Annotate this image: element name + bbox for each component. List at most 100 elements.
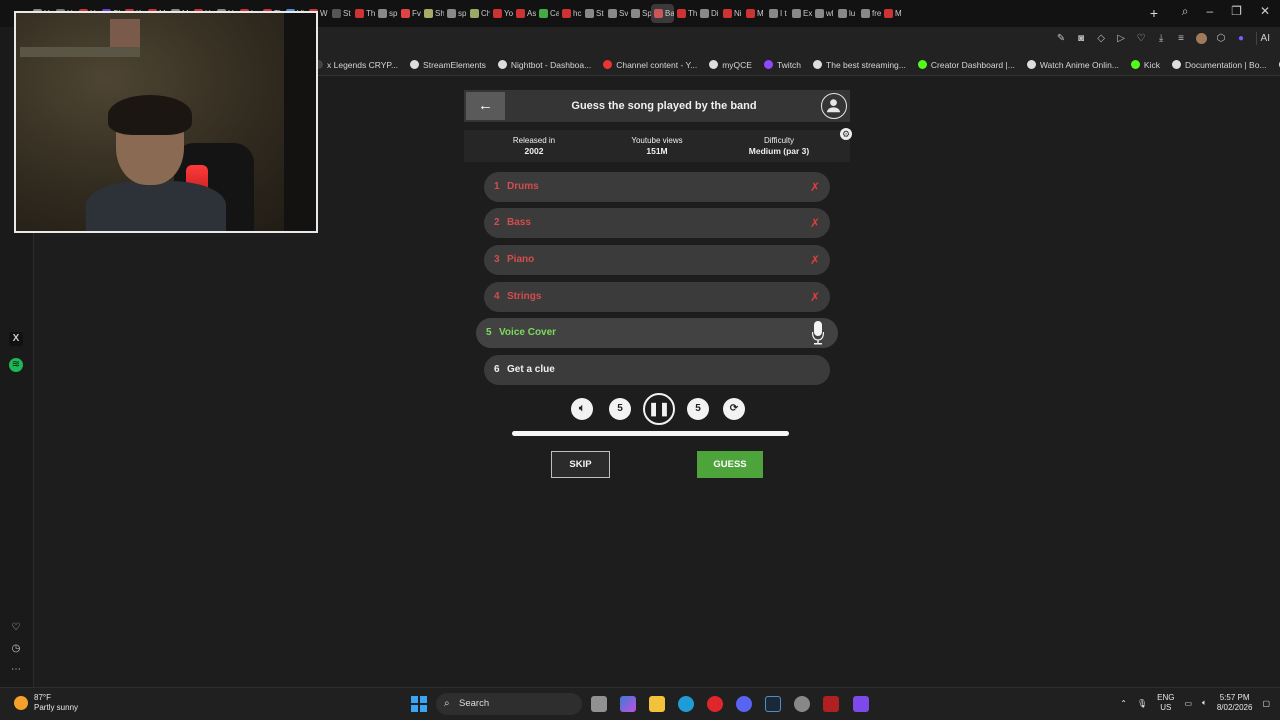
- pause-button[interactable]: ❚❚: [643, 393, 675, 425]
- camera-icon[interactable]: ◙: [1076, 33, 1087, 44]
- new-tab-button[interactable]: +: [1146, 5, 1162, 21]
- browser-tab[interactable]: hc: [559, 4, 582, 23]
- volume-button[interactable]: 🔈︎: [571, 398, 593, 420]
- browser-tab[interactable]: St: [582, 4, 605, 23]
- language-indicator[interactable]: ENG US: [1157, 693, 1174, 713]
- bookmark-item[interactable]: myQCE: [709, 60, 752, 70]
- browser-tab[interactable]: Di: [697, 4, 720, 23]
- heart-icon[interactable]: ♡: [1136, 33, 1147, 44]
- edge-icon[interactable]: [678, 696, 694, 712]
- tab-label: Ch: [481, 9, 490, 18]
- network-icon[interactable]: ▭: [1184, 699, 1192, 708]
- browser-tab[interactable]: As: [513, 4, 536, 23]
- browser-tab[interactable]: Ca: [536, 4, 559, 23]
- settings-gear-icon[interactable]: ⚙: [840, 128, 852, 140]
- browser-tab[interactable]: Th: [352, 4, 375, 23]
- x-twitter-icon[interactable]: X: [9, 332, 23, 346]
- bookmark-item[interactable]: Watch Anime Onlin...: [1026, 59, 1119, 70]
- heart-icon[interactable]: ♡: [9, 621, 23, 635]
- forward-5-button[interactable]: 5: [687, 398, 709, 420]
- bookmark-item[interactable]: Nightbot - Dashboa...: [497, 60, 591, 70]
- spotify-icon[interactable]: ≋: [9, 358, 23, 372]
- voicemeeter-icon[interactable]: [823, 696, 839, 712]
- rewind-5-button[interactable]: 5: [609, 398, 631, 420]
- browser-tab[interactable]: fre: [858, 4, 881, 23]
- start-button[interactable]: [411, 696, 427, 712]
- microphone-tray-icon[interactable]: 🎙︎: [1137, 699, 1147, 708]
- taskbar-search[interactable]: ⌕ Search: [436, 693, 582, 715]
- minimize-icon[interactable]: –: [1206, 4, 1213, 19]
- app-grid-icon[interactable]: [853, 696, 869, 712]
- volume-icon[interactable]: 🔈︎: [1202, 698, 1207, 708]
- steam-icon[interactable]: [765, 696, 781, 712]
- track-row-drums[interactable]: 1 Drums ✗: [484, 172, 830, 202]
- profile-avatar-icon[interactable]: [1195, 33, 1207, 44]
- info-views-label: Youtube views: [631, 136, 683, 145]
- shield-icon[interactable]: ◇: [1096, 33, 1107, 44]
- bookmark-item[interactable]: The best streaming...: [813, 60, 906, 70]
- bookmark-item[interactable]: Documentation | Bo...: [1171, 60, 1267, 70]
- browser-tab[interactable]: lu: [835, 4, 858, 23]
- browser-tab[interactable]: wl: [812, 4, 835, 23]
- track-row-bass[interactable]: 2 Bass ✗: [484, 208, 830, 238]
- opera-sidebar-icon[interactable]: ●: [1236, 33, 1247, 44]
- more-icon[interactable]: ⋯: [9, 663, 23, 677]
- bookmark-label: Watch Anime Onlin...: [1039, 59, 1119, 70]
- browser-tab[interactable]: Yo: [490, 4, 513, 23]
- close-icon[interactable]: ✕: [1260, 4, 1270, 19]
- clock[interactable]: 5:57 PM 8/02/2026: [1217, 693, 1253, 713]
- browser-tab[interactable]: I t: [766, 4, 789, 23]
- track-row-strings[interactable]: 4 Strings ✗: [484, 282, 830, 312]
- copilot-icon[interactable]: [620, 696, 636, 712]
- back-button[interactable]: ←: [466, 92, 505, 120]
- download-icon[interactable]: ⤓: [1156, 33, 1167, 44]
- bookmark-item[interactable]: Creator Dashboard |...: [917, 60, 1015, 70]
- menu-icon[interactable]: ≡: [1176, 33, 1187, 44]
- browser-tab[interactable]: M: [881, 4, 904, 23]
- tab-favicon-icon: [355, 9, 364, 18]
- browser-tab[interactable]: Ch: [467, 4, 490, 23]
- chevron-up-icon[interactable]: ⌃: [1120, 699, 1127, 708]
- profile-button[interactable]: [821, 93, 847, 119]
- track-row-piano[interactable]: 3 Piano ✗: [484, 245, 830, 275]
- bookmark-item[interactable]: Kick: [1130, 60, 1160, 70]
- browser-tab[interactable]: Ba: [651, 4, 674, 23]
- browser-tab[interactable]: Ni: [720, 4, 743, 23]
- progress-bar[interactable]: [512, 431, 789, 436]
- bookmark-item[interactable]: x Legends CRYP...: [314, 60, 398, 70]
- file-explorer-icon[interactable]: [649, 696, 665, 712]
- browser-tab[interactable]: Sh: [421, 4, 444, 23]
- history-clock-icon[interactable]: ◷: [9, 642, 23, 656]
- discord-icon[interactable]: [736, 696, 752, 712]
- wrong-x-icon: ✗: [809, 290, 820, 304]
- tab-favicon-icon: [884, 9, 893, 18]
- browser-tab[interactable]: sp: [375, 4, 398, 23]
- browser-tab[interactable]: St: [329, 4, 352, 23]
- bookmark-item[interactable]: Twitch: [763, 60, 801, 70]
- notifications-icon[interactable]: ▢: [1262, 699, 1270, 708]
- skip-button[interactable]: SKIP: [551, 451, 610, 478]
- browser-tab[interactable]: Ex: [789, 4, 812, 23]
- weather-widget[interactable]: 87°F Partly sunny: [14, 693, 78, 713]
- browser-tab[interactable]: Th: [674, 4, 697, 23]
- guess-button[interactable]: GUESS: [697, 451, 763, 478]
- repeat-button[interactable]: ⟳: [723, 398, 745, 420]
- extension-cube-icon[interactable]: ⬡: [1216, 33, 1227, 44]
- search-tabs-icon[interactable]: ⌕: [1182, 4, 1189, 19]
- browser-tab[interactable]: Fv: [398, 4, 421, 23]
- maximize-icon[interactable]: ❐: [1231, 4, 1242, 19]
- bookmark-item[interactable]: StreamElements: [410, 60, 486, 70]
- ai-button[interactable]: AI: [1255, 32, 1274, 45]
- browser-tab[interactable]: sp: [444, 4, 467, 23]
- track-row-voice-cover[interactable]: 5 Voice Cover: [476, 318, 838, 348]
- play-icon[interactable]: ▷: [1116, 33, 1127, 44]
- bookmark-item[interactable]: Channel content - Y...: [603, 60, 697, 70]
- browser-tab[interactable]: M: [743, 4, 766, 23]
- settings-icon[interactable]: [794, 696, 810, 712]
- get-a-clue-row[interactable]: 6 Get a clue: [484, 355, 830, 385]
- task-view-icon[interactable]: [591, 696, 607, 712]
- edit-icon[interactable]: ✎: [1056, 33, 1067, 44]
- opera-icon[interactable]: [707, 696, 723, 712]
- browser-tab[interactable]: Sp: [628, 4, 651, 23]
- browser-tab[interactable]: Sv: [605, 4, 628, 23]
